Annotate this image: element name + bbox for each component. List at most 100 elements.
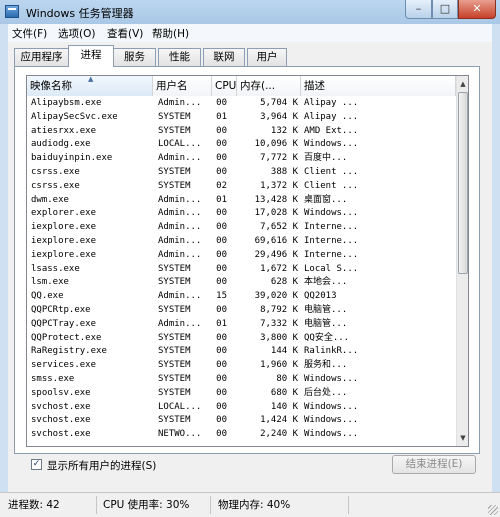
process-list[interactable]: ▲ 映像名称 用户名 CPU 内存(... 描述 Alipaybsm.exe Ad… bbox=[26, 75, 469, 447]
tab-services[interactable]: 服务 bbox=[113, 48, 156, 66]
tab-applications[interactable]: 应用程序 bbox=[14, 48, 69, 66]
cell-user-name: Admin... bbox=[158, 222, 202, 233]
cell-memory: 1,960 K bbox=[260, 360, 298, 371]
process-row[interactable]: audiodg.exe LOCAL... 00 10,096 K Windows... bbox=[27, 138, 456, 152]
cell-image-name: RaRegistry.exe bbox=[31, 346, 107, 357]
status-cpu-usage: CPU 使用率: 30% bbox=[103, 499, 190, 511]
process-row[interactable]: atiesrxx.exe SYSTEM 00 132 K AMD Ext... bbox=[27, 125, 456, 139]
resize-grip[interactable] bbox=[488, 505, 498, 515]
menu-help[interactable]: 帮助(H) bbox=[152, 26, 189, 41]
scroll-up-arrow[interactable]: ▲ bbox=[457, 77, 468, 91]
process-row[interactable]: explorer.exe Admin... 00 17,028 K Windows... bbox=[27, 207, 456, 221]
cell-cpu: 00 bbox=[216, 236, 227, 246]
cell-image-name: csrss.exe bbox=[31, 180, 80, 191]
show-all-users-checkbox[interactable]: ✓ bbox=[31, 459, 42, 470]
process-row[interactable]: baiduyinpin.exe Admin... 00 7,772 K 百度中... bbox=[27, 152, 456, 166]
process-row[interactable]: services.exe SYSTEM 00 1,960 K 服务和... bbox=[27, 359, 456, 373]
end-process-button[interactable]: 结束进程(E) bbox=[392, 455, 476, 474]
cell-user-name: SYSTEM bbox=[158, 374, 191, 384]
process-row[interactable]: dwm.exe Admin... 01 13,428 K 桌面窗... bbox=[27, 194, 456, 208]
tab-performance[interactable]: 性能 bbox=[158, 48, 201, 66]
cell-memory: 1,672 K bbox=[260, 263, 298, 274]
cell-user-name: SYSTEM bbox=[158, 111, 191, 122]
cell-memory: 7,332 K bbox=[260, 318, 298, 329]
menu-options[interactable]: 选项(O) bbox=[58, 26, 95, 41]
cell-cpu: 00 bbox=[216, 208, 227, 219]
process-row[interactable]: lsm.exe SYSTEM 00 628 K 本地会... bbox=[27, 276, 456, 290]
status-bar: 进程数: 42 CPU 使用率: 30% 物理内存: 40% bbox=[0, 492, 500, 517]
tab-processes[interactable]: 进程 bbox=[68, 45, 114, 67]
cell-cpu: 00 bbox=[216, 263, 227, 274]
process-row[interactable]: Alipaybsm.exe Admin... 00 5,704 K Alipay ... bbox=[27, 97, 456, 111]
cell-memory: 3,964 K bbox=[260, 111, 298, 122]
cell-user-name: Admin... bbox=[158, 291, 202, 302]
cell-description: 电脑管... bbox=[304, 318, 348, 329]
cell-user-name: SYSTEM bbox=[158, 346, 191, 357]
process-row[interactable]: smss.exe SYSTEM 00 80 K Windows... bbox=[27, 373, 456, 387]
cell-cpu: 00 bbox=[216, 332, 227, 343]
cell-cpu: 15 bbox=[216, 291, 227, 302]
cell-memory: 132 K bbox=[270, 125, 298, 136]
process-row[interactable]: iexplore.exe Admin... 00 69,616 K Interne... bbox=[27, 235, 456, 249]
process-row[interactable]: RaRegistry.exe SYSTEM 00 144 K RalinkR... bbox=[27, 345, 456, 359]
menu-view[interactable]: 查看(V) bbox=[107, 26, 143, 41]
cell-user-name: Admin... bbox=[158, 208, 202, 219]
column-header-user-name[interactable]: 用户名 bbox=[153, 76, 212, 96]
process-row[interactable]: svchost.exe LOCAL... 00 140 K Windows... bbox=[27, 401, 456, 415]
process-row[interactable]: lsass.exe SYSTEM 00 1,672 K Local S... bbox=[27, 263, 456, 277]
cell-image-name: baiduyinpin.exe bbox=[31, 153, 113, 164]
cell-user-name: SYSTEM bbox=[158, 180, 191, 191]
cell-cpu: 00 bbox=[216, 374, 227, 384]
maximize-button[interactable]: □ bbox=[432, 0, 458, 19]
process-row[interactable]: QQPCRtp.exe SYSTEM 00 8,792 K 电脑管... bbox=[27, 304, 456, 318]
process-row[interactable]: iexplore.exe Admin... 00 7,652 K Interne... bbox=[27, 221, 456, 235]
process-row[interactable]: svchost.exe SYSTEM 00 1,424 K Windows... bbox=[27, 414, 456, 428]
cell-memory: 80 K bbox=[276, 374, 298, 384]
cell-cpu: 00 bbox=[216, 305, 227, 315]
column-header-image-name[interactable]: ▲ 映像名称 bbox=[27, 76, 153, 96]
scroll-thumb[interactable] bbox=[458, 92, 468, 274]
cell-image-name: iexplore.exe bbox=[31, 236, 97, 246]
cell-user-name: SYSTEM bbox=[158, 125, 191, 136]
process-row[interactable]: csrss.exe SYSTEM 02 1,372 K Client ... bbox=[27, 180, 456, 194]
cell-description: Client ... bbox=[304, 167, 359, 177]
process-row[interactable]: QQProtect.exe SYSTEM 00 3,800 K QQ安全... bbox=[27, 332, 456, 346]
cell-cpu: 00 bbox=[216, 249, 227, 260]
cell-image-name: services.exe bbox=[31, 360, 97, 371]
cell-user-name: SYSTEM bbox=[158, 263, 191, 274]
cell-user-name: Admin... bbox=[158, 153, 202, 164]
cell-image-name: lsm.exe bbox=[31, 277, 69, 288]
cell-image-name: lsass.exe bbox=[31, 263, 80, 274]
process-row[interactable]: AlipaySecSvc.exe SYSTEM 01 3,964 K Alipay ..… bbox=[27, 111, 456, 125]
status-divider bbox=[96, 496, 97, 514]
process-row[interactable]: QQPCTray.exe Admin... 01 7,332 K 电脑管... bbox=[27, 318, 456, 332]
close-button[interactable]: ✕ bbox=[458, 0, 496, 19]
show-all-users-label[interactable]: 显示所有用户的进程(S) bbox=[47, 458, 156, 473]
process-row[interactable]: spoolsv.exe SYSTEM 00 680 K 后台处... bbox=[27, 387, 456, 401]
process-row[interactable]: QQ.exe Admin... 15 39,020 K QQ2013 bbox=[27, 290, 456, 304]
cell-image-name: atiesrxx.exe bbox=[31, 125, 97, 136]
tab-users[interactable]: 用户 bbox=[247, 48, 287, 66]
column-header-description[interactable]: 描述 bbox=[301, 76, 456, 96]
tab-networking[interactable]: 联网 bbox=[203, 48, 245, 66]
process-row[interactable]: csrss.exe SYSTEM 00 388 K Client ... bbox=[27, 166, 456, 180]
process-row[interactable]: iexplore.exe Admin... 00 29,496 K Interne... bbox=[27, 249, 456, 263]
status-divider bbox=[348, 496, 349, 514]
vertical-scrollbar[interactable]: ▲ ▼ bbox=[456, 76, 468, 446]
column-header-cpu[interactable]: CPU bbox=[212, 76, 237, 96]
process-row[interactable]: svchost.exe NETWO... 00 2,240 K Windows... bbox=[27, 428, 456, 442]
scroll-down-arrow[interactable]: ▼ bbox=[457, 431, 468, 445]
cell-memory: 7,652 K bbox=[260, 222, 298, 233]
cell-description: Alipay ... bbox=[304, 98, 359, 108]
cell-description: QQ2013 bbox=[304, 291, 337, 302]
cell-cpu: 01 bbox=[216, 318, 227, 329]
cell-cpu: 00 bbox=[216, 125, 227, 136]
menu-file[interactable]: 文件(F) bbox=[12, 26, 47, 41]
cell-description: 本地会... bbox=[304, 277, 348, 288]
cell-image-name: svchost.exe bbox=[31, 429, 91, 440]
cell-memory: 680 K bbox=[270, 387, 298, 398]
cell-memory: 628 K bbox=[270, 277, 298, 288]
cell-cpu: 00 bbox=[216, 153, 227, 164]
minimize-button[interactable]: – bbox=[405, 0, 432, 19]
column-header-memory[interactable]: 内存(... bbox=[237, 76, 301, 96]
